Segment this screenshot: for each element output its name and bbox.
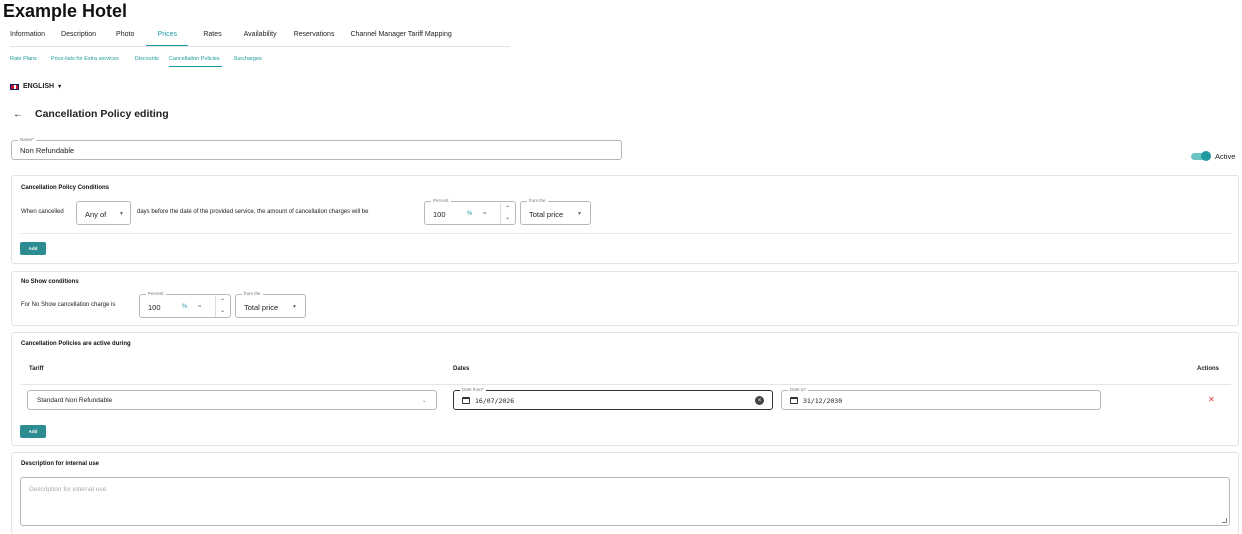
date-from-label: Date from* xyxy=(460,386,486,394)
dropdown-arrow-icon: ▼ xyxy=(292,304,297,310)
any-of-value: Any of xyxy=(85,210,107,219)
tab-channel-manager-tariff-mapping[interactable]: Channel Manager Tariff Mapping xyxy=(350,25,451,47)
calendar-icon[interactable] xyxy=(790,397,798,404)
add-condition-button[interactable]: Add xyxy=(20,242,46,255)
active-during-card: Cancellation Policies are active during … xyxy=(11,332,1239,446)
tab-information[interactable]: Information xyxy=(10,25,45,47)
percent-stepper[interactable]: ⌃ ⌄ xyxy=(500,203,514,224)
subtab-discounts[interactable]: Discounts xyxy=(135,54,159,67)
from-the-value: Total price xyxy=(529,210,564,219)
tabs-divider xyxy=(10,46,510,47)
days-text: days before the date of the provided ser… xyxy=(137,209,369,215)
stepper-down-icon[interactable]: ⌄ xyxy=(220,307,225,316)
conditions-title: Cancellation Policy Conditions xyxy=(21,185,110,191)
percent-label: Percent xyxy=(431,197,451,205)
calendar-icon[interactable] xyxy=(462,397,470,404)
back-arrow-icon[interactable]: ← xyxy=(13,109,23,120)
active-during-title: Cancellation Policies are active during xyxy=(21,341,131,347)
language-label: ENGLISH xyxy=(23,83,55,90)
date-to-field[interactable]: Date to* 31/12/2030 xyxy=(781,386,1101,410)
date-from-field[interactable]: Date from* 16/07/2026 × xyxy=(453,386,773,410)
tab-rates[interactable]: Rates xyxy=(203,25,221,47)
main-tabs: Information Description Photo Prices Rat… xyxy=(10,25,452,47)
tariff-value: Standard Non Refundable xyxy=(37,397,113,404)
stepper-up-icon[interactable]: ⌃ xyxy=(220,298,225,307)
no-show-from-value: Total price xyxy=(244,303,279,312)
toggle-knob xyxy=(1201,151,1211,161)
tab-reservations[interactable]: Reservations xyxy=(294,25,335,47)
any-of-select[interactable]: Any of ▼ xyxy=(76,201,131,225)
sub-tabs: Rate Plans Price-lists for Extra service… xyxy=(10,54,262,68)
subtab-rate-plans[interactable]: Rate Plans xyxy=(10,54,37,67)
equals-icon: = xyxy=(483,211,487,217)
name-field-value: Non Refundable xyxy=(20,146,75,155)
page-heading: ← Cancellation Policy editing xyxy=(13,108,169,120)
no-show-percent-label: Percent xyxy=(146,290,166,298)
dropdown-arrow-icon: ⌄ xyxy=(422,398,427,404)
dropdown-arrow-icon: ▼ xyxy=(577,211,582,217)
no-show-from-select[interactable]: from the Total price ▼ xyxy=(235,290,306,318)
subtab-surcharges[interactable]: Surcharges xyxy=(234,54,262,67)
conditions-card: Cancellation Policy Conditions When canc… xyxy=(11,175,1239,264)
no-show-card: No Show conditions For No Show cancellat… xyxy=(11,271,1239,326)
percent-field[interactable]: Percent 100 % = ⌃ ⌄ xyxy=(424,197,516,225)
from-the-label: from the xyxy=(527,197,548,205)
description-card: Description for internal use Description… xyxy=(11,452,1239,534)
hotel-title: Example Hotel xyxy=(3,1,128,21)
date-to-value: 31/12/2030 xyxy=(803,397,843,405)
subtab-price-lists-extra[interactable]: Price-lists for Extra services xyxy=(51,54,119,67)
active-label: Active xyxy=(1215,152,1236,161)
page-title: Cancellation Policy editing xyxy=(35,108,169,120)
add-period-button[interactable]: Add xyxy=(20,425,46,438)
no-show-from-label: from the xyxy=(242,290,263,298)
from-the-select[interactable]: from the Total price ▼ xyxy=(520,197,591,225)
tab-availability[interactable]: Availability xyxy=(244,25,277,47)
tab-photo[interactable]: Photo xyxy=(116,25,134,47)
uk-flag-icon xyxy=(10,83,19,90)
no-show-percent-field[interactable]: Percent 100 % = ⌃ ⌄ xyxy=(139,290,231,318)
subtab-cancellation-policies[interactable]: Cancellation Policies xyxy=(168,54,222,67)
resize-handle-icon[interactable] xyxy=(1222,518,1227,523)
percent-sign: % xyxy=(182,304,188,310)
date-to-label: Date to* xyxy=(788,386,809,394)
stepper-down-icon[interactable]: ⌄ xyxy=(505,214,510,223)
name-field-label: Name* xyxy=(18,136,36,144)
tab-prices[interactable]: Prices xyxy=(146,25,189,47)
description-title: Description for internal use xyxy=(21,461,100,467)
date-from-value: 16/07/2026 xyxy=(475,397,515,405)
percent-value: 100 xyxy=(433,210,446,219)
clear-icon[interactable]: × xyxy=(755,396,764,405)
no-show-text: For No Show cancellation charge is xyxy=(21,302,116,308)
col-dates: Dates xyxy=(453,366,470,372)
language-selector[interactable]: ENGLISH ▾ xyxy=(10,83,61,90)
description-textarea[interactable]: Description for internal use xyxy=(20,477,1230,526)
col-tariff: Tariff xyxy=(29,366,44,372)
name-field[interactable]: Name* Non Refundable xyxy=(11,136,622,160)
no-show-title: No Show conditions xyxy=(21,279,79,285)
description-placeholder: Description for internal use xyxy=(29,486,107,493)
caret-down-icon: ▾ xyxy=(58,84,62,90)
divider xyxy=(21,233,1231,234)
percent-sign: % xyxy=(467,211,473,217)
divider xyxy=(21,384,1231,385)
tab-description[interactable]: Description xyxy=(61,25,96,47)
dropdown-arrow-icon: ▼ xyxy=(119,211,124,217)
col-actions: Actions xyxy=(1197,366,1220,372)
when-cancelled-text: When cancelled xyxy=(21,209,64,215)
tariff-select[interactable]: Standard Non Refundable ⌄ xyxy=(27,390,437,410)
no-show-percent-value: 100 xyxy=(148,303,161,312)
equals-icon: = xyxy=(198,304,202,310)
stepper-up-icon[interactable]: ⌃ xyxy=(505,205,510,214)
active-toggle[interactable] xyxy=(1191,151,1211,161)
no-show-percent-stepper[interactable]: ⌃ ⌄ xyxy=(215,296,229,317)
delete-row-icon[interactable]: ✕ xyxy=(1208,395,1215,404)
